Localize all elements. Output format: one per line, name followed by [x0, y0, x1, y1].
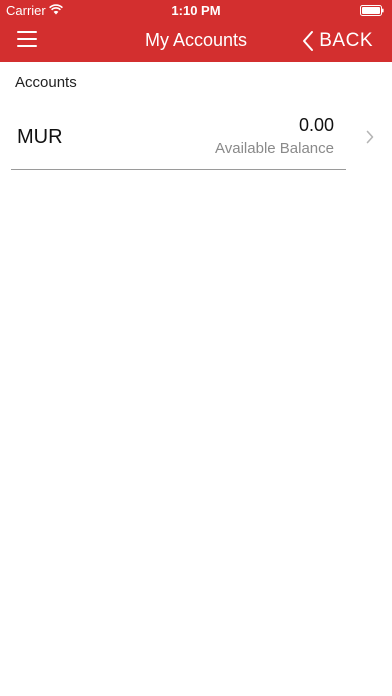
- status-bar: Carrier 1:10 PM: [0, 0, 392, 20]
- account-amount: 0.00: [298, 115, 334, 135]
- chevron-right-icon: [366, 130, 374, 144]
- navigation-bar: My Accounts BACK: [0, 20, 392, 62]
- row-divider: [11, 169, 346, 170]
- status-time: 1:10 PM: [171, 3, 221, 18]
- header: Carrier 1:10 PM My Accounts BACK: [0, 0, 392, 62]
- battery-full-icon: [360, 5, 384, 16]
- available-balance-label: Available Balance: [215, 140, 334, 157]
- back-button[interactable]: BACK: [302, 27, 373, 55]
- account-currency: MUR: [17, 126, 63, 148]
- chevron-left-icon: [303, 31, 314, 51]
- back-label: BACK: [319, 30, 373, 51]
- section-title: Accounts: [15, 74, 77, 91]
- account-row[interactable]: MUR 0.00 Available Balance: [11, 106, 376, 170]
- my-accounts-screen: Carrier 1:10 PM My Accounts BACK Account…: [0, 0, 392, 696]
